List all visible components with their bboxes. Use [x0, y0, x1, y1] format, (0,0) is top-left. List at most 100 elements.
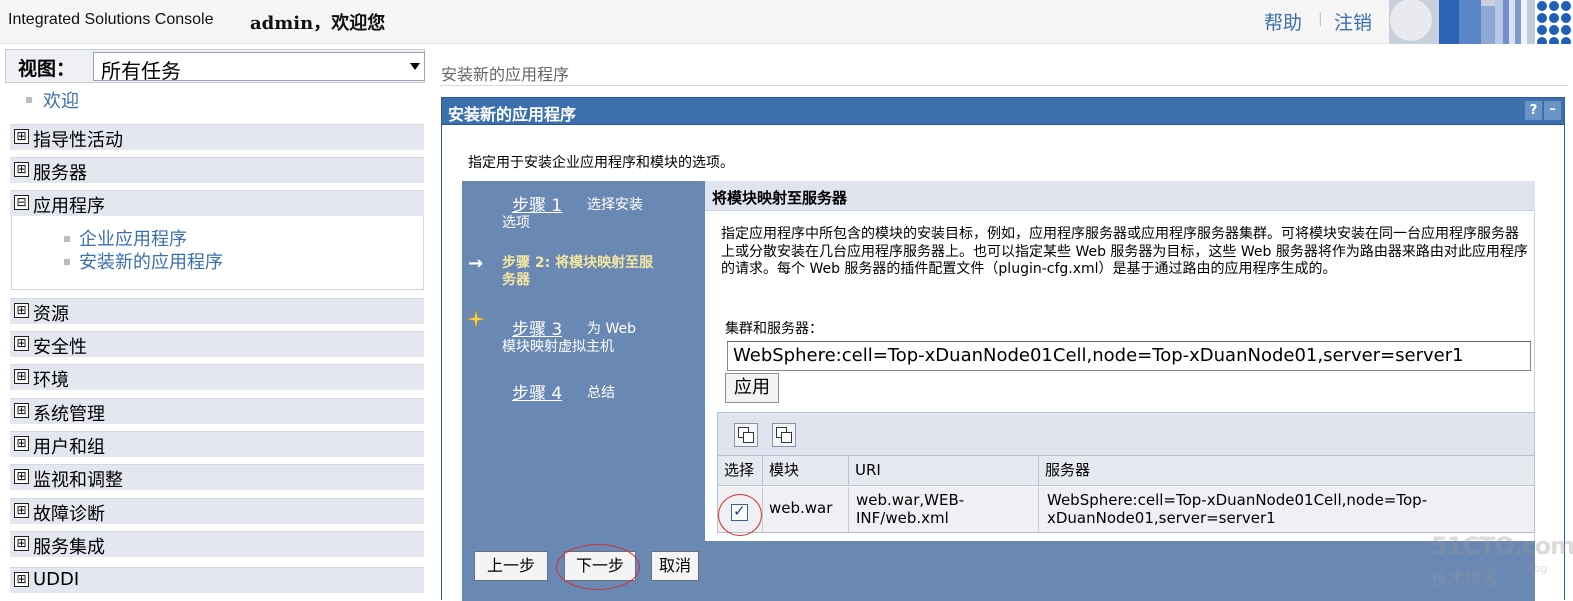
nav-category-resources[interactable]: ⊞ 资源 — [10, 298, 424, 325]
nav-category-service-integration[interactable]: ⊞ 服务集成 — [10, 531, 424, 558]
step-2-current: 步骤 2: 将模块映射至服务器 — [502, 255, 654, 288]
section-description: 指定应用程序中所包含的模块的安装目标，例如，应用程序服务器或应用程序服务器集群。… — [721, 226, 1528, 277]
watermark-blog: Blog — [1523, 562, 1548, 575]
nav-category-label: UDDI — [33, 569, 80, 590]
step-3-link[interactable]: 步骤 3 — [512, 315, 562, 340]
nav-category-applications[interactable]: ⊟ 应用程序 — [10, 190, 424, 217]
nav-category-monitoring-tuning[interactable]: ⊞ 监视和调整 — [10, 464, 424, 491]
apply-button[interactable]: 应用 — [725, 373, 779, 403]
table-row: ✓ web.war web.war,WEB- INF/web.xml WebSp… — [718, 487, 1534, 536]
logout-link[interactable]: 注销 — [1334, 8, 1372, 35]
select-all-icon[interactable] — [734, 423, 758, 447]
install-application-portlet: 安装新的应用程序 ? – 指定用于安装企业应用程序和模块的选项。 步骤 1 选择… — [441, 97, 1565, 601]
column-header-server[interactable]: 服务器 — [1039, 456, 1534, 486]
brand-pattern-graphic — [1389, 0, 1573, 44]
expand-icon[interactable]: ⊞ — [14, 536, 29, 551]
intro-text: 指定用于安装企业应用程序和模块的选项。 — [468, 155, 734, 171]
server-line-1: WebSphere:cell=Top-xDuanNode01Cell,node=… — [1047, 491, 1428, 509]
view-select[interactable]: 所有任务 — [93, 52, 425, 83]
portlet-title-bar: 安装新的应用程序 ? – — [442, 98, 1564, 125]
current-step-arrow-icon: → — [468, 253, 484, 274]
nav-category-label: 监视和调整 — [33, 470, 123, 491]
help-link[interactable]: 帮助 — [1264, 8, 1302, 35]
nav-category-label: 系统管理 — [33, 404, 105, 425]
nav-category-label: 指导性活动 — [33, 130, 123, 151]
nav-link-install-new-application[interactable]: 安装新的应用程序 — [79, 248, 223, 274]
view-select-value: 所有任务 — [101, 59, 181, 83]
expand-icon[interactable]: ⊞ — [14, 303, 29, 318]
nav-category-guided-activities[interactable]: ⊞ 指导性活动 — [10, 124, 424, 151]
nav-category-servers[interactable]: ⊞ 服务器 — [10, 157, 424, 184]
nav-category-label: 故障诊断 — [33, 504, 105, 525]
uri-cell: web.war,WEB- INF/web.xml — [849, 487, 1039, 532]
expand-icon[interactable]: ⊞ — [14, 469, 29, 484]
uri-line-2: INF/web.xml — [856, 509, 949, 527]
bullet-icon — [64, 236, 70, 242]
cluster-server-select[interactable]: WebSphere:cell=Top-xDuanNode01Cell,node=… — [727, 341, 1531, 371]
column-header-select[interactable]: 选择 — [718, 456, 763, 486]
cancel-button[interactable]: 取消 — [651, 551, 699, 581]
uri-line-1: web.war,WEB- — [856, 491, 965, 509]
step-4-link[interactable]: 步骤 4 — [512, 379, 562, 404]
wizard-button-bar: 上一步 下一步 取消 — [462, 541, 1535, 601]
expand-icon[interactable]: ⊞ — [14, 403, 29, 418]
wizard-steps-panel: 步骤 1 选择安装 选项 → 步骤 2: 将模块映射至服务器 步骤 3 为 We… — [462, 181, 705, 541]
expand-icon[interactable]: ⊞ — [14, 436, 29, 451]
watermark: 51CTO.com 技术博客 Blog — [1431, 532, 1573, 592]
red-annotation-circle — [718, 494, 762, 536]
column-header-uri[interactable]: URI — [849, 456, 1039, 486]
collapse-icon[interactable]: ⊟ — [14, 195, 29, 210]
nav-category-uddi[interactable]: ⊞ UDDI — [10, 567, 424, 593]
select-cell: ✓ — [718, 487, 763, 536]
column-header-module[interactable]: 模块 — [763, 456, 849, 486]
nav-category-label: 安全性 — [33, 337, 87, 358]
module-table: 选择 模块 URI 服务器 ✓ web.war web.war,WEB- INF… — [717, 412, 1535, 536]
help-icon[interactable]: ? — [1525, 101, 1542, 120]
section-header: 将模块映射至服务器 — [705, 181, 1535, 211]
welcome-message: admin，欢迎您 — [250, 13, 386, 34]
expand-icon[interactable]: ⊞ — [14, 369, 29, 384]
portlet-title: 安装新的应用程序 — [448, 105, 577, 124]
expand-icon[interactable]: ⊞ — [14, 336, 29, 351]
bullet-icon — [26, 97, 32, 103]
view-bar: 视图： 所有任务 — [5, 49, 425, 83]
deselect-all-icon[interactable] — [772, 423, 796, 447]
expand-icon[interactable]: ⊞ — [14, 503, 29, 518]
nav-category-users-and-groups[interactable]: ⊞ 用户和组 — [10, 431, 424, 458]
red-annotation-circle — [556, 544, 640, 590]
nav-category-label: 服务集成 — [33, 537, 105, 558]
server-line-2: xDuanNode01,server=server1 — [1047, 509, 1276, 527]
nav-category-label: 资源 — [33, 304, 69, 325]
breadcrumb-divider — [440, 85, 1568, 86]
nav-link-welcome[interactable]: 欢迎 — [43, 87, 79, 113]
chevron-down-icon[interactable] — [410, 63, 420, 70]
nav-category-label: 服务器 — [33, 163, 87, 184]
console-header: Integrated Solutions Console admin，欢迎您 帮… — [0, 0, 1573, 44]
bullet-icon — [64, 259, 70, 265]
step-3-text: 为 Web — [587, 321, 636, 337]
nav-category-environment[interactable]: ⊞ 环境 — [10, 364, 424, 391]
previous-button[interactable]: 上一步 — [474, 551, 548, 581]
section-title: 将模块映射至服务器 — [712, 189, 848, 207]
step-1-text-cont: 选项 — [502, 215, 530, 231]
step-1-link[interactable]: 步骤 1 — [512, 191, 562, 216]
nav-category-troubleshooting[interactable]: ⊞ 故障诊断 — [10, 498, 424, 525]
step-3-text-cont: 模块映射虚拟主机 — [502, 339, 614, 355]
applications-subtree: 企业应用程序 安装新的应用程序 — [11, 216, 424, 290]
watermark-subtitle: 技术博客 — [1431, 569, 1499, 589]
expand-icon[interactable]: ⊞ — [14, 162, 29, 177]
module-cell: web.war — [763, 487, 849, 532]
server-cell: WebSphere:cell=Top-xDuanNode01Cell,node=… — [1039, 487, 1534, 532]
nav-category-label: 应用程序 — [33, 196, 105, 217]
nav-category-security[interactable]: ⊞ 安全性 — [10, 331, 424, 358]
spark-icon — [466, 309, 486, 329]
install-wizard: 步骤 1 选择安装 选项 → 步骤 2: 将模块映射至服务器 步骤 3 为 We… — [462, 181, 1535, 601]
table-header: 选择 模块 URI 服务器 — [718, 456, 1534, 486]
ibm-brand-graphic — [1389, 0, 1573, 44]
cluster-server-value: WebSphere:cell=Top-xDuanNode01Cell,node=… — [733, 345, 1464, 366]
nav-category-system-administration[interactable]: ⊞ 系统管理 — [10, 398, 424, 425]
minimize-icon[interactable]: – — [1544, 101, 1561, 120]
wizard-content: 将模块映射至服务器 指定应用程序中所包含的模块的安装目标，例如，应用程序服务器或… — [705, 181, 1535, 541]
expand-icon[interactable]: ⊞ — [14, 129, 29, 144]
expand-icon[interactable]: ⊞ — [14, 572, 29, 587]
